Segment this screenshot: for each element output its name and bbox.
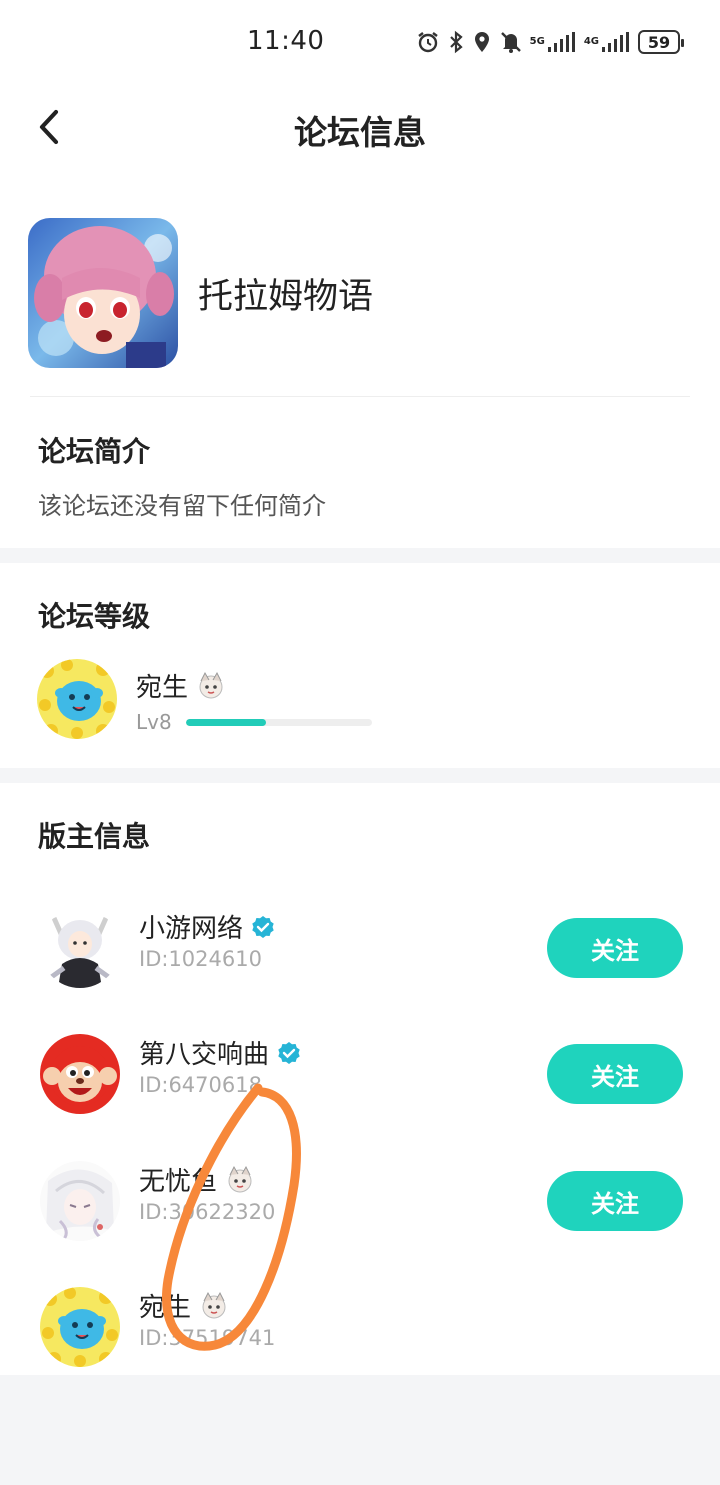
level-label: Lv8 — [136, 710, 172, 734]
verified-icon — [278, 1041, 300, 1064]
intro-text: 该论坛还没有留下任何简介 — [38, 492, 326, 520]
forum-name: 托拉姆物语 — [198, 277, 374, 317]
level-progress-bar — [186, 719, 372, 726]
location-icon — [472, 28, 492, 56]
signal-4g-label: 4G — [583, 36, 599, 47]
moderator-avatar[interactable] — [40, 1287, 120, 1367]
intro-title: 论坛简介 — [38, 435, 151, 468]
battery-level: 59 — [647, 32, 671, 52]
moderators-card: 版主信息 小游网络 ID:1024610 关注 第八交响曲 ID:6470618… — [0, 783, 720, 1375]
follow-button[interactable]: 关注 — [547, 918, 683, 978]
battery-icon: 59 — [638, 30, 684, 54]
follow-button[interactable]: 关注 — [547, 1044, 683, 1104]
moderator-name-row: 第八交响曲 — [139, 1034, 301, 1071]
moderator-row[interactable]: 小游网络 ID:1024610 关注 — [0, 898, 720, 998]
level-user-avatar[interactable] — [37, 659, 117, 739]
moderator-row[interactable]: 无忧鱼 ID:30622320 关注 — [0, 1151, 720, 1251]
moderator-name: 无忧鱼 — [139, 1167, 218, 1197]
status-bar: 11:40 5G 4G 59 — [0, 0, 720, 84]
mute-icon — [500, 28, 522, 56]
moderator-avatar[interactable] — [40, 1161, 120, 1241]
moderator-id: ID:6470618 — [139, 1073, 262, 1097]
page-title: 论坛信息 — [294, 113, 426, 152]
moderators-title: 版主信息 — [38, 820, 151, 853]
moderator-row[interactable]: 宛生 ID:37519741 — [0, 1277, 720, 1377]
verified-icon — [252, 915, 274, 938]
mascot-badge-icon — [228, 1165, 252, 1192]
signal-5g-icon: 5G — [530, 28, 576, 56]
follow-button[interactable]: 关注 — [547, 1171, 683, 1231]
forum-level-card: 论坛等级 宛生 Lv8 — [0, 563, 720, 768]
moderator-name: 宛生 — [139, 1293, 192, 1323]
mascot-badge-icon — [202, 1291, 226, 1318]
level-progress-fill — [186, 719, 266, 726]
moderator-name: 第八交响曲 — [139, 1040, 270, 1070]
moderator-avatar[interactable] — [40, 1034, 120, 1114]
forum-icon[interactable] — [28, 218, 178, 368]
moderator-name-row: 小游网络 — [139, 908, 275, 945]
forum-info-card: 托拉姆物语 论坛简介 该论坛还没有留下任何简介 — [0, 170, 720, 548]
mascot-badge-icon — [199, 671, 223, 698]
level-title: 论坛等级 — [38, 600, 151, 633]
top-bar: 论坛信息 — [0, 84, 720, 170]
moderator-name-row: 宛生 — [139, 1287, 229, 1324]
moderator-name-row: 无忧鱼 — [139, 1161, 255, 1198]
level-user-name: 宛生 — [136, 673, 189, 703]
moderator-id: ID:1024610 — [139, 947, 262, 971]
moderator-name: 小游网络 — [139, 914, 244, 944]
level-user-row: 宛生 — [136, 667, 226, 704]
signal-5g-label: 5G — [529, 36, 545, 47]
moderator-id: ID:30622320 — [139, 1200, 276, 1224]
moderator-row[interactable]: 第八交响曲 ID:6470618 关注 — [0, 1024, 720, 1124]
status-icons: 5G 4G 59 — [416, 26, 684, 58]
status-time: 11:40 — [247, 26, 325, 56]
alarm-icon — [416, 28, 440, 56]
divider — [30, 396, 690, 397]
moderator-id: ID:37519741 — [139, 1326, 276, 1350]
moderator-avatar[interactable] — [40, 908, 120, 988]
bluetooth-icon — [448, 28, 464, 56]
signal-4g-icon: 4G — [584, 28, 630, 56]
